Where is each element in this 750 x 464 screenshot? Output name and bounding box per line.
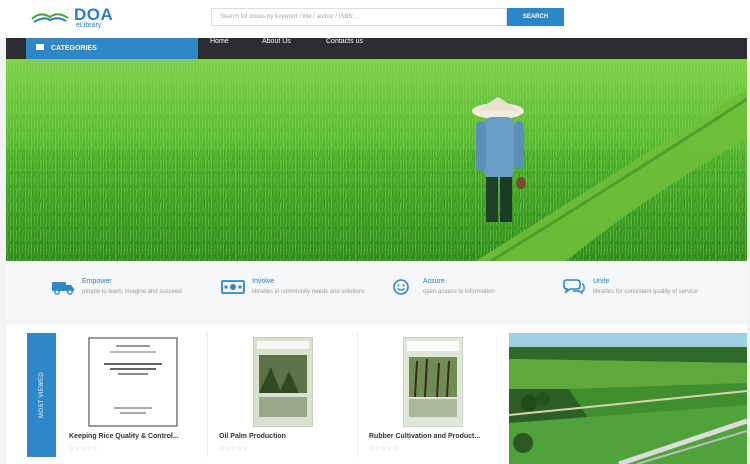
book-card[interactable]: Rubber Cultivation and Product... ☆☆☆☆☆ bbox=[358, 333, 506, 464]
aerial-farmland-image bbox=[509, 333, 747, 464]
feature-desc: libraries for consistent quality of serv… bbox=[593, 289, 698, 295]
search-button[interactable]: SEARCH bbox=[507, 8, 564, 26]
book-cover[interactable] bbox=[403, 337, 463, 427]
hero-banner bbox=[6, 59, 747, 261]
nav-contacts-us[interactable]: Contacts us bbox=[326, 38, 363, 59]
nav-about-us[interactable]: About Us bbox=[262, 38, 291, 59]
feature-empower: Empower people to learn, imagine and suc… bbox=[51, 278, 221, 309]
feature-assure: Assure open access to information bbox=[392, 278, 562, 309]
book-card[interactable]: Keeping Rice Quality & Control... ☆☆☆☆☆ bbox=[58, 333, 206, 464]
categories-label: CATEGORIES bbox=[51, 45, 97, 52]
feature-desc: open access to information bbox=[423, 289, 495, 295]
book-card[interactable]: Oil Palm Production ☆☆☆☆☆ bbox=[208, 333, 356, 464]
rice-field-farmer-image bbox=[6, 59, 747, 261]
search-input[interactable]: Search for books by keyword / title / au… bbox=[211, 8, 507, 26]
logo-icon bbox=[31, 13, 69, 23]
page: DOA eLibrary Search for books by keyword… bbox=[0, 0, 750, 464]
logo[interactable]: DOA eLibrary bbox=[30, 5, 120, 31]
categories-button[interactable]: CATEGORIES bbox=[26, 38, 198, 59]
main-nav: CATEGORIES Home About Us Contacts us bbox=[6, 38, 747, 59]
chat-icon bbox=[563, 279, 585, 295]
money-icon bbox=[221, 280, 245, 294]
aerial-farmland-picture bbox=[509, 333, 747, 464]
most-viewed-tab: MOST VIEWED bbox=[27, 333, 56, 457]
most-viewed-heading: MOST VIEWED bbox=[38, 372, 45, 418]
book-title[interactable]: Rubber Cultivation and Product... bbox=[369, 433, 480, 440]
feature-involve: Involve libraries in community needs and… bbox=[221, 278, 391, 309]
feature-title: Empower bbox=[82, 278, 112, 285]
logo-subtitle: eLibrary bbox=[76, 22, 102, 29]
menu-icon bbox=[36, 44, 44, 51]
smiley-icon bbox=[393, 279, 409, 295]
nav-home[interactable]: Home bbox=[210, 38, 229, 59]
feature-unite: Unite libraries for consistent quality o… bbox=[562, 278, 732, 309]
rating-stars: ☆☆☆☆☆ bbox=[369, 445, 399, 452]
feature-title: Assure bbox=[423, 278, 445, 285]
feature-title: Involve bbox=[252, 278, 275, 285]
header: DOA eLibrary Search for books by keyword… bbox=[0, 0, 750, 38]
rating-stars: ☆☆☆☆☆ bbox=[69, 445, 99, 452]
truck-icon bbox=[52, 282, 74, 295]
book-cover[interactable] bbox=[253, 337, 313, 427]
book-title[interactable]: Keeping Rice Quality & Control... bbox=[69, 433, 179, 440]
rating-stars: ☆☆☆☆☆ bbox=[219, 445, 249, 452]
feature-desc: libraries in community needs and solutio… bbox=[252, 289, 366, 295]
book-title[interactable]: Oil Palm Production bbox=[219, 433, 286, 440]
most-viewed-section: MOST VIEWED Keeping Rice Quality & Contr… bbox=[6, 324, 747, 464]
feature-desc: people to learn, imagine and succeed bbox=[82, 289, 182, 295]
feature-title: Unite bbox=[593, 278, 610, 285]
book-cover[interactable] bbox=[88, 337, 178, 427]
features-strip: Empower people to learn, imagine and suc… bbox=[6, 261, 747, 321]
